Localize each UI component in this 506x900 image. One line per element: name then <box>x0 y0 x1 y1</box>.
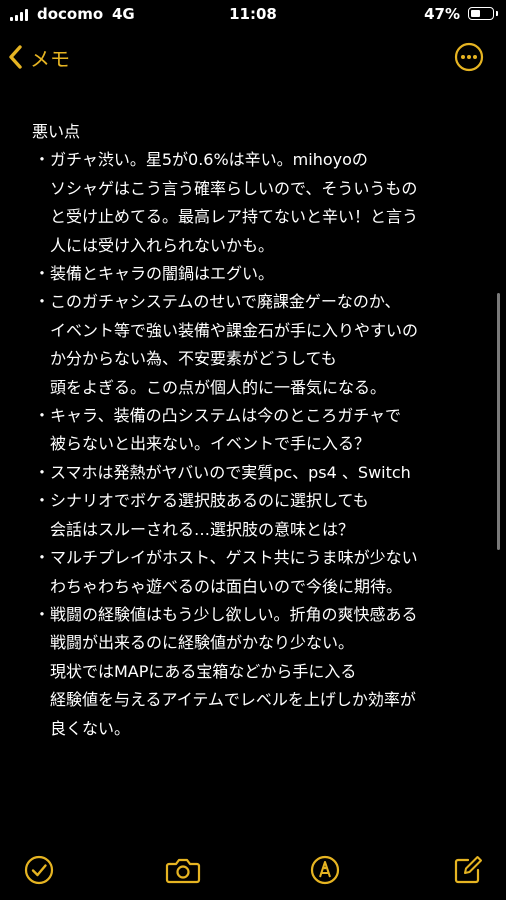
bullet-symbol: ・ <box>34 491 51 511</box>
bullet-symbol: ・ <box>34 264 51 284</box>
bullet-line: と受け止めてる。最高レア持てないと辛い！と言う <box>50 207 419 227</box>
bullet-line: ガチャ渋い。星5が0.6%は辛い。mihoyoの <box>50 150 368 170</box>
navigation-bar: メモ <box>0 34 506 80</box>
bullet-item: ・ガチャ渋い。星5が0.6%は辛い。mihoyoのソシャゲはこう言う確率らしいの… <box>32 146 472 260</box>
ellipsis-circle-icon[interactable] <box>454 42 484 72</box>
scroll-indicator[interactable] <box>497 293 500 550</box>
bullet-item: ・シナリオでボケる選択肢あるのに選択しても 会話はスルーされる…選択肢の意味とは？ <box>32 487 472 544</box>
bullet-item: ・スマホは発熱がヤバいので実質pc、ps4 、Switch <box>32 459 472 487</box>
bullet-item: ・装備とキャラの闇鍋はエグい。 <box>32 260 472 288</box>
bullet-line: シナリオでボケる選択肢あるのに選択しても <box>50 491 369 511</box>
back-button[interactable]: メモ <box>8 40 70 74</box>
bullet-line: 装備とキャラの闇鍋はエグい。 <box>50 264 275 284</box>
bullet-line: わちゃわちゃ遊べるのは面白いので今後に期待。 <box>50 576 403 596</box>
note-body[interactable]: 悪い点 ・ガチャ渋い。星5が0.6%は辛い。mihoyoの ソシャゲはこう言う確率… <box>32 118 472 743</box>
bullet-line: 会話はスルーされる…選択肢の意味とは？ <box>50 519 355 539</box>
bullet-list: ・ガチャ渋い。星5が0.6%は辛い。mihoyoの ソシャゲはこう言う確率らしいの… <box>32 146 472 743</box>
bullet-symbol: ・ <box>34 150 51 170</box>
chevron-left-icon <box>8 44 24 70</box>
compose-icon[interactable] <box>452 854 484 886</box>
checklist-icon[interactable] <box>23 854 55 886</box>
bullet-line: 良くない。 <box>50 718 131 738</box>
note-heading: 悪い点 <box>32 122 81 141</box>
bullet-line: か分からない為、不安要素がどうしても <box>50 349 337 369</box>
bullet-symbol: ・ <box>34 462 51 482</box>
bullet-line: このガチャシステムのせいで廃課金ゲーなのか、 <box>50 292 401 312</box>
bullet-line: マルチプレイがホスト、ゲスト共にうま味が少ない <box>50 548 418 568</box>
bullet-line: ソシャゲはこう言う確率らしいので、そういうもの <box>50 178 418 198</box>
bullet-line: 現状ではMAPにある宝箱などから手に入る <box>50 661 357 681</box>
bullet-line: 経験値を与えるアイテムでレベルを上げしか効率が <box>50 690 416 710</box>
battery-percent: 47% <box>424 5 460 23</box>
markup-pen-icon[interactable] <box>309 854 341 886</box>
bullet-line: 頭をよぎる。この点が個人的に一番気になる。 <box>50 377 387 397</box>
bullet-symbol: ・ <box>34 604 51 624</box>
bullet-symbol: ・ <box>34 548 51 568</box>
bullet-line: キャラ、装備の凸システムは今のところガチャで <box>50 406 402 426</box>
status-bar: docomo 4G 11:08 47% <box>0 0 506 30</box>
bullet-line: スマホは発熱がヤバいので実質pc、ps4 、Switch <box>50 462 411 482</box>
bullet-item: ・キャラ、装備の凸システムは今のところガチャで 被らないと出来ない。イベントで手に… <box>32 402 472 459</box>
back-label: メモ <box>30 46 70 71</box>
bullet-item: ・マルチプレイがホスト、ゲスト共にうま味が少ない わちゃわちゃ遊べるのは面白いので… <box>32 544 472 601</box>
bullet-line: イベント等で強い装備や課金石が手に入りやすいの <box>50 320 419 340</box>
bullet-item: ・このガチャシステムのせいで廃課金ゲーなのか、 イベント等で強い装備や課金石が手に… <box>32 288 472 402</box>
bottom-toolbar <box>0 850 506 890</box>
battery-tip <box>496 11 498 16</box>
bullet-symbol: ・ <box>34 292 51 312</box>
battery-fill <box>471 10 480 17</box>
bullet-line: 戦闘が出来るのに経験値がかなり少ない。 <box>50 633 355 653</box>
bullet-line: 被らないと出来ない。イベントで手に入る？ <box>50 434 371 454</box>
bullet-line: 戦闘の経験値はもう少し欲しい。折角の爽快感ある <box>50 604 418 624</box>
battery-icon <box>468 7 494 20</box>
bullet-line: 人には受け入れられないかも。 <box>50 235 275 255</box>
camera-icon[interactable] <box>165 854 201 886</box>
bullet-symbol: ・ <box>34 406 51 426</box>
bullet-item: ・戦闘の経験値はもう少し欲しい。折角の爽快感ある 戦闘が出来るのに経験値がかなり少… <box>32 601 472 743</box>
